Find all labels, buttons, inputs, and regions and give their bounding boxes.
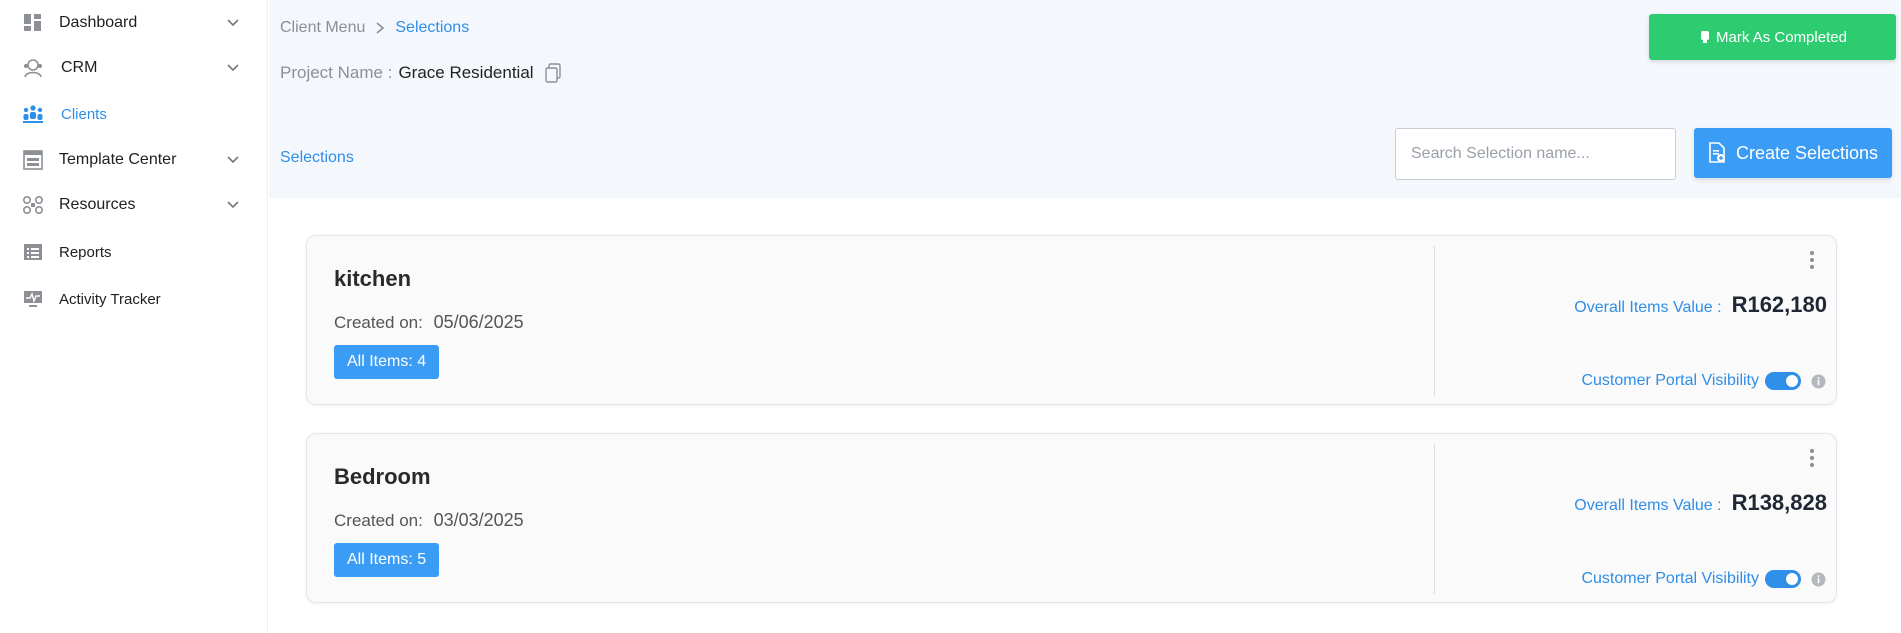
created-on: Created on: 05/06/2025	[334, 312, 524, 333]
overall-items-amount: R162,180	[1731, 292, 1827, 317]
visibility-toggle[interactable]	[1765, 372, 1801, 390]
project-name-value: Grace Residential	[398, 63, 534, 82]
chevron-down-icon[interactable]	[226, 16, 240, 30]
sidebar: Dashboard CRM Clients Template Center Re…	[0, 0, 268, 633]
toggle-knob	[1786, 375, 1798, 387]
created-on-date: 05/06/2025	[433, 312, 524, 332]
resources-icon	[22, 194, 44, 216]
sidebar-item-reports[interactable]: Reports	[0, 232, 268, 272]
overall-items-label: Overall Items Value :	[1574, 497, 1722, 514]
info-icon[interactable]	[1811, 572, 1826, 587]
overall-items-value: Overall Items Value : R138,828	[1574, 490, 1827, 516]
mark-as-completed-button[interactable]: Mark As Completed	[1649, 14, 1896, 60]
all-items-badge[interactable]: All Items: 5	[334, 543, 440, 577]
create-selections-button[interactable]: Create Selections	[1694, 128, 1892, 178]
created-on-label: Created on:	[334, 313, 423, 332]
sidebar-item-clients[interactable]: Clients	[0, 94, 268, 134]
breadcrumb-current: Selections	[395, 19, 470, 36]
chevron-down-icon[interactable]	[226, 153, 240, 167]
sidebar-item-crm[interactable]: CRM	[0, 48, 268, 88]
created-on: Created on: 03/03/2025	[334, 510, 524, 531]
template-icon	[22, 149, 44, 171]
sidebar-item-dashboard[interactable]: Dashboard	[0, 3, 268, 43]
mark-as-completed-label: Mark As Completed	[1716, 28, 1847, 46]
card-divider	[1434, 444, 1435, 594]
more-options-icon[interactable]	[1807, 446, 1817, 470]
selection-name: kitchen	[334, 266, 412, 291]
customer-portal-visibility-label: Customer Portal Visibility	[1581, 570, 1759, 587]
sidebar-item-label: Activity Tracker	[59, 290, 161, 308]
dashboard-icon	[22, 12, 44, 34]
overall-items-value: Overall Items Value : R162,180	[1574, 292, 1827, 318]
created-on-label: Created on:	[334, 511, 423, 530]
document-add-icon	[1709, 142, 1725, 163]
selection-card[interactable]: Bedroom Created on: 03/03/2025 All Items…	[306, 433, 1837, 603]
info-icon[interactable]	[1811, 374, 1826, 389]
sidebar-item-label: Clients	[61, 105, 107, 123]
visibility-toggle[interactable]	[1765, 570, 1801, 588]
selection-card[interactable]: kitchen Created on: 05/06/2025 All Items…	[306, 235, 1837, 405]
section-title: Selections	[280, 149, 354, 166]
chevron-down-icon[interactable]	[226, 198, 240, 212]
overall-items-label: Overall Items Value :	[1574, 299, 1722, 316]
sidebar-item-label: Template Center	[59, 151, 177, 168]
all-items-badge[interactable]: All Items: 4	[334, 345, 440, 379]
toggle-knob	[1786, 573, 1798, 585]
project-name-label: Project Name :	[280, 63, 393, 82]
sidebar-item-label: Resources	[59, 196, 136, 213]
breadcrumb: Client Menu Selections	[280, 19, 469, 37]
sidebar-item-resources[interactable]: Resources	[0, 185, 268, 225]
customer-portal-visibility: Customer Portal Visibility	[1581, 570, 1826, 588]
customer-portal-visibility-label: Customer Portal Visibility	[1581, 372, 1759, 389]
overall-items-amount: R138,828	[1731, 490, 1827, 515]
activity-icon	[22, 288, 44, 310]
chevron-right-icon	[376, 22, 385, 34]
breadcrumb-client-menu[interactable]: Client Menu	[280, 19, 365, 37]
chevron-down-icon[interactable]	[226, 61, 240, 75]
created-on-date: 03/03/2025	[433, 510, 524, 530]
sidebar-item-label: CRM	[61, 59, 98, 76]
copy-icon[interactable]	[544, 63, 562, 83]
customer-portal-visibility: Customer Portal Visibility	[1581, 372, 1826, 390]
sidebar-item-template-center[interactable]: Template Center	[0, 140, 268, 180]
hand-icon	[1701, 31, 1710, 43]
create-selections-label: Create Selections	[1735, 142, 1879, 163]
reports-icon	[22, 241, 44, 263]
crm-icon	[22, 57, 44, 79]
card-divider	[1434, 246, 1435, 396]
sidebar-item-activity-tracker[interactable]: Activity Tracker	[0, 279, 268, 319]
search-input[interactable]	[1395, 128, 1676, 180]
sidebar-item-label: Reports	[59, 243, 112, 261]
clients-icon	[22, 103, 44, 125]
sidebar-item-label: Dashboard	[59, 14, 138, 31]
project-name: Project Name : Grace Residential	[280, 63, 562, 83]
more-options-icon[interactable]	[1807, 248, 1817, 272]
selection-name: Bedroom	[334, 464, 431, 489]
